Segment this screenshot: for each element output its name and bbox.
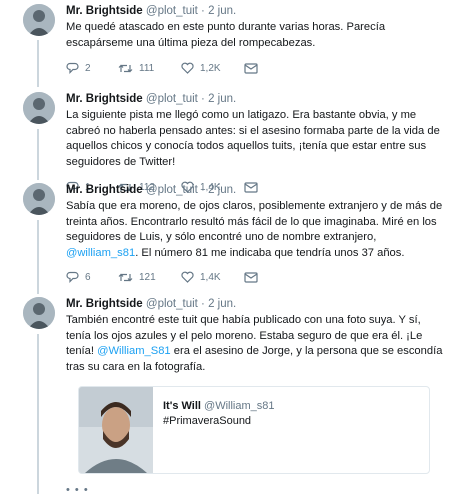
tweet-date[interactable]: 2 jun.	[208, 298, 236, 310]
tweet-date[interactable]: 2 jun.	[208, 184, 236, 196]
tweet-text: También encontré este tuit que había pub…	[66, 313, 448, 375]
heart-icon	[181, 62, 194, 74]
quoted-body: It's Will @William_s81 #PrimaveraSound	[163, 399, 275, 429]
thread-connector	[37, 40, 39, 87]
tweet-text: La siguiente pista me llegó como un lati…	[66, 109, 440, 168]
quoted-text: #PrimaveraSound	[163, 415, 252, 427]
quoted-author-handle[interactable]: @William_s81	[204, 400, 274, 412]
tweet-date[interactable]: 2 jun.	[208, 93, 236, 105]
tweet-header: Mr. Brightside @plot_tuit · 2 jun.	[66, 4, 448, 18]
reply-button[interactable]: 6	[66, 271, 118, 283]
tweet-header: Mr. Brightside @plot_tuit · 2 jun.	[66, 297, 448, 311]
retweet-icon	[118, 273, 133, 281]
tweet-date[interactable]: 2 jun.	[208, 5, 236, 17]
author-name[interactable]: Mr. Brightside	[66, 5, 143, 17]
like-count: 1,2K	[200, 62, 221, 74]
quoted-author-name[interactable]: It's Will	[163, 400, 201, 412]
dm-button[interactable]	[244, 271, 258, 283]
tweet-header: Mr. Brightside @plot_tuit · 2 jun.	[66, 183, 448, 197]
reply-icon	[66, 62, 79, 74]
avatar[interactable]	[23, 4, 55, 36]
author-name[interactable]: Mr. Brightside	[66, 298, 143, 310]
separator: ·	[201, 5, 205, 17]
author-name[interactable]: Mr. Brightside	[66, 184, 143, 196]
author-handle[interactable]: @plot_tuit	[146, 184, 198, 196]
mention-link[interactable]: @William_S81	[97, 345, 171, 357]
author-handle[interactable]: @plot_tuit	[146, 298, 198, 310]
tweet-header: Mr. Brightside @plot_tuit · 2 jun.	[66, 92, 448, 106]
tweet-text-part: . El número 81 me indicaba que tendría u…	[135, 246, 405, 259]
retweet-button[interactable]: 121	[118, 272, 181, 283]
like-button[interactable]: 1,2K	[181, 62, 244, 74]
like-count: 1,4K	[200, 271, 221, 283]
separator: ·	[201, 184, 205, 196]
thread-connector	[37, 334, 39, 494]
quoted-tweet-card[interactable]: It's Will @William_s81 #PrimaveraSound	[78, 386, 430, 474]
tweet-text: Me quedé atascado en este punto durante …	[66, 21, 386, 49]
thread-connector	[37, 129, 39, 180]
reply-count: 2	[85, 62, 91, 74]
retweet-button[interactable]: 111	[118, 63, 181, 74]
tweet-text: Sabía que era moreno, de ojos claros, po…	[66, 199, 448, 261]
envelope-icon	[244, 62, 258, 74]
separator: ·	[201, 298, 205, 310]
retweet-icon	[118, 64, 133, 72]
avatar[interactable]	[23, 92, 55, 124]
mention-link[interactable]: @william_s81	[66, 247, 135, 259]
author-name[interactable]: Mr. Brightside	[66, 93, 143, 105]
separator: ·	[201, 93, 205, 105]
reply-count: 6	[85, 271, 91, 283]
quoted-header: It's Will @William_s81	[163, 399, 275, 414]
author-handle[interactable]: @plot_tuit	[146, 93, 198, 105]
tweet-actions: 2 111 1,2K	[66, 60, 448, 76]
thread-connector	[37, 220, 39, 294]
tweet-text-part: Sabía que era moreno, de ojos claros, po…	[66, 200, 443, 243]
like-button[interactable]: 1,4K	[181, 271, 244, 283]
heart-icon	[181, 271, 194, 283]
more-icon: • • •	[66, 484, 89, 494]
retweet-count: 121	[139, 271, 156, 283]
envelope-icon	[244, 271, 258, 283]
avatar[interactable]	[23, 297, 55, 329]
quoted-photo[interactable]	[79, 387, 153, 473]
retweet-count: 111	[139, 62, 155, 74]
author-handle[interactable]: @plot_tuit	[146, 5, 198, 17]
tweet-actions: 6 121 1,4K	[66, 269, 448, 285]
reply-button[interactable]: 2	[66, 62, 118, 74]
avatar[interactable]	[23, 183, 55, 215]
reply-icon	[66, 271, 79, 283]
dm-button[interactable]	[244, 62, 258, 74]
